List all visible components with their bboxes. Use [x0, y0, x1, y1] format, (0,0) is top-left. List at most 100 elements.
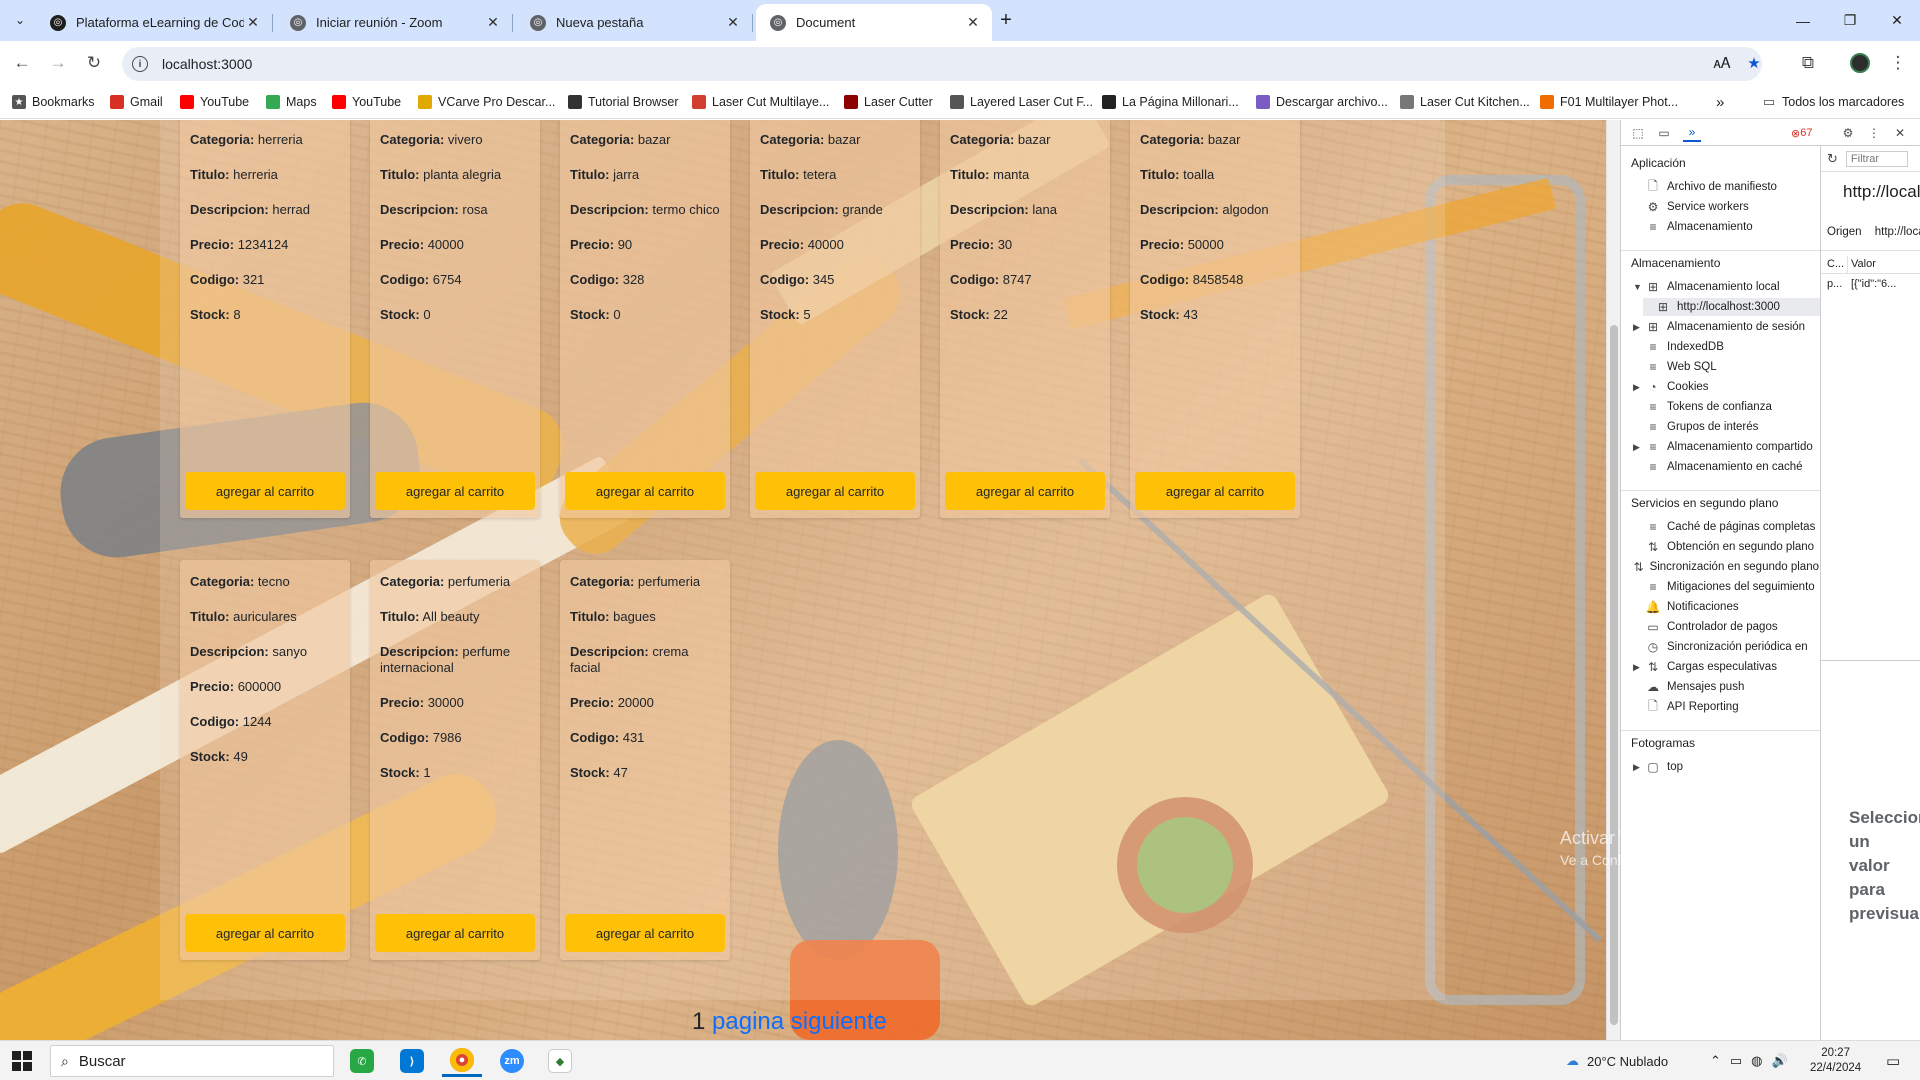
- translate-icon[interactable]: 🗚: [1708, 49, 1736, 77]
- key-column-header[interactable]: C...: [1827, 258, 1844, 270]
- minimize-button[interactable]: —: [1780, 0, 1826, 41]
- devtools-tree-item[interactable]: ⇅ Sincronización en segundo plano: [1633, 558, 1820, 576]
- bookmark-item[interactable]: Laser Cutter: [844, 93, 933, 111]
- tab-2[interactable]: ◎ Nueva pestaña ✕: [516, 4, 753, 41]
- devtools-tree-item[interactable]: ≡ IndexedDB: [1633, 338, 1819, 356]
- bookmark-item[interactable]: F01 Multilayer Phot...: [1540, 93, 1678, 111]
- all-bookmarks[interactable]: ▭ Todos los marcadores: [1762, 93, 1904, 111]
- devtools-tree-item[interactable]: 🗋 Archivo de manifiesto: [1633, 178, 1819, 196]
- devtools-tree-item[interactable]: ▶ ⊞ Almacenamiento de sesión: [1633, 318, 1819, 336]
- bookmark-item[interactable]: Laser Cut Multilaye...: [692, 93, 829, 111]
- taskbar-app-phone[interactable]: ✆: [342, 1045, 382, 1077]
- tab-close-icon[interactable]: ✕: [724, 14, 742, 32]
- add-to-cart-button[interactable]: agregar al carrito: [565, 914, 725, 952]
- profile-avatar[interactable]: [1846, 49, 1874, 77]
- expand-arrow-icon[interactable]: ▶: [1633, 442, 1645, 453]
- back-button[interactable]: ←: [8, 49, 36, 77]
- add-to-cart-button[interactable]: agregar al carrito: [375, 914, 535, 952]
- add-to-cart-button[interactable]: agregar al carrito: [565, 472, 725, 510]
- storage-table-row[interactable]: p... [{"id":"6...: [1821, 276, 1920, 294]
- next-page-link[interactable]: pagina siguiente: [712, 1008, 887, 1035]
- devtools-close-icon[interactable]: ✕: [1891, 124, 1909, 142]
- clock[interactable]: 20:27 22/4/2024: [1810, 1041, 1861, 1080]
- browser-menu-icon[interactable]: ⋮: [1884, 49, 1912, 77]
- devtools-tree-item[interactable]: ▶ ≡ Almacenamiento compartido: [1633, 438, 1819, 456]
- devtools-tree-item[interactable]: ◷ Sincronización periódica en: [1633, 638, 1819, 656]
- taskbar-app-vscode[interactable]: ⟩: [392, 1045, 432, 1077]
- refresh-icon[interactable]: ↻: [1827, 151, 1838, 167]
- expand-arrow-icon[interactable]: ▶: [1633, 322, 1645, 333]
- add-to-cart-button[interactable]: agregar al carrito: [755, 472, 915, 510]
- tab-1[interactable]: ◎ Iniciar reunión - Zoom ✕: [276, 4, 513, 41]
- reload-button[interactable]: ↻: [80, 49, 108, 77]
- devtools-tree-item[interactable]: ≡ Mitigaciones del seguimiento: [1633, 578, 1819, 596]
- bookmark-item[interactable]: Tutorial Browser: [568, 93, 679, 111]
- error-count-badge[interactable]: ⊗ 67: [1791, 124, 1812, 142]
- devtools-tree-item[interactable]: ▭ Controlador de pagos: [1633, 618, 1819, 636]
- close-window-button[interactable]: ✕: [1874, 0, 1920, 41]
- devtools-tree-item[interactable]: ≡ Caché de páginas completas: [1633, 518, 1819, 536]
- devtools-section-title[interactable]: Aplicación: [1631, 156, 1686, 170]
- expand-arrow-icon[interactable]: ▼: [1633, 282, 1645, 292]
- inspect-element-icon[interactable]: ⬚: [1629, 124, 1647, 142]
- device-toolbar-icon[interactable]: ▭: [1655, 124, 1673, 142]
- bookmark-item[interactable]: Laser Cut Kitchen...: [1400, 93, 1530, 111]
- devtools-tree-item[interactable]: ⇅ Obtención en segundo plano: [1633, 538, 1819, 556]
- page-scrollbar[interactable]: [1606, 120, 1620, 1040]
- devtools-tree-item[interactable]: ⚙ Service workers: [1633, 198, 1819, 216]
- expand-arrow-icon[interactable]: ▶: [1633, 762, 1645, 773]
- devtools-tree-item[interactable]: ▼ ⊞ Almacenamiento local: [1633, 278, 1819, 296]
- windows-start-icon[interactable]: [12, 1051, 32, 1071]
- tab-0[interactable]: ◎ Plataforma eLearning de Code ✕: [36, 4, 273, 41]
- add-to-cart-button[interactable]: agregar al carrito: [945, 472, 1105, 510]
- page-scrollbar-thumb[interactable]: [1610, 325, 1618, 1025]
- add-to-cart-button[interactable]: agregar al carrito: [185, 914, 345, 952]
- devtools-tree-item[interactable]: ≡ Grupos de interés: [1633, 418, 1819, 436]
- devtools-tree-item[interactable]: ▶ ⇅ Cargas especulativas: [1633, 658, 1819, 676]
- expand-arrow-icon[interactable]: ▶: [1633, 382, 1645, 393]
- restore-button[interactable]: ❐: [1827, 0, 1873, 41]
- bookmark-item[interactable]: YouTube: [332, 93, 401, 111]
- address-bar[interactable]: i localhost:3000 🗚 ★: [122, 47, 1762, 81]
- bookmark-item[interactable]: Gmail: [110, 93, 163, 111]
- site-info-icon[interactable]: i: [132, 56, 148, 72]
- devtools-tree-item[interactable]: ≡ Tokens de confianza: [1633, 398, 1819, 416]
- bookmark-item[interactable]: VCarve Pro Descar...: [418, 93, 555, 111]
- taskbar-search[interactable]: ⌕ Buscar: [50, 1045, 334, 1077]
- more-bookmarks-chevron-icon[interactable]: »: [1716, 93, 1724, 111]
- expand-arrow-icon[interactable]: ▶: [1633, 662, 1645, 673]
- devtools-tree-item[interactable]: ≡ Almacenamiento: [1633, 218, 1819, 236]
- bookmark-item[interactable]: Layered Laser Cut F...: [950, 93, 1093, 111]
- bookmark-item[interactable]: ★ Bookmarks: [12, 93, 95, 111]
- tab-search-button[interactable]: ⌄: [8, 8, 32, 32]
- add-to-cart-button[interactable]: agregar al carrito: [185, 472, 345, 510]
- value-column-header[interactable]: Valor: [1851, 258, 1876, 270]
- tab-close-icon[interactable]: ✕: [484, 14, 502, 32]
- system-tray-icons[interactable]: ⌃▭◍🔊: [1710, 1041, 1797, 1080]
- more-panels-chevron-icon[interactable]: »: [1683, 124, 1701, 142]
- bookmark-item[interactable]: Maps: [266, 93, 317, 111]
- taskbar-app-zoom[interactable]: zm: [492, 1045, 532, 1077]
- filter-input[interactable]: Filtrar: [1845, 150, 1908, 167]
- weather-widget[interactable]: ☁ 20°C Nublado: [1566, 1041, 1668, 1080]
- tab-close-icon[interactable]: ✕: [964, 14, 982, 32]
- notifications-icon[interactable]: ▭: [1886, 1041, 1900, 1080]
- taskbar-app-chrome[interactable]: ●: [442, 1045, 482, 1077]
- devtools-section-title[interactable]: Servicios en segundo plano: [1631, 496, 1778, 510]
- bookmark-item[interactable]: YouTube: [180, 93, 249, 111]
- tab-close-icon[interactable]: ✕: [244, 14, 262, 32]
- new-tab-button[interactable]: +: [994, 8, 1018, 32]
- tab-3[interactable]: ◎ Document ✕: [756, 4, 992, 41]
- extensions-icon[interactable]: ⧉: [1794, 49, 1822, 77]
- devtools-settings-gear-icon[interactable]: ⚙: [1839, 124, 1857, 142]
- add-to-cart-button[interactable]: agregar al carrito: [1135, 472, 1295, 510]
- devtools-tree-item[interactable]: 🗋 API Reporting: [1633, 698, 1819, 716]
- devtools-tree-item[interactable]: 🔔 Notificaciones: [1633, 598, 1819, 616]
- devtools-menu-icon[interactable]: ⋮: [1865, 124, 1883, 142]
- devtools-tree-item[interactable]: ≡ Almacenamiento en caché: [1633, 458, 1819, 476]
- devtools-tree-item[interactable]: ▶ ◔ Cookies: [1633, 378, 1819, 396]
- devtools-tree-item[interactable]: ▶ ▢ top: [1633, 758, 1819, 776]
- devtools-tree-item[interactable]: ☁ Mensajes push: [1633, 678, 1819, 696]
- taskbar-app-other[interactable]: ◆: [540, 1045, 580, 1077]
- bookmark-star-icon[interactable]: ★: [1740, 49, 1768, 77]
